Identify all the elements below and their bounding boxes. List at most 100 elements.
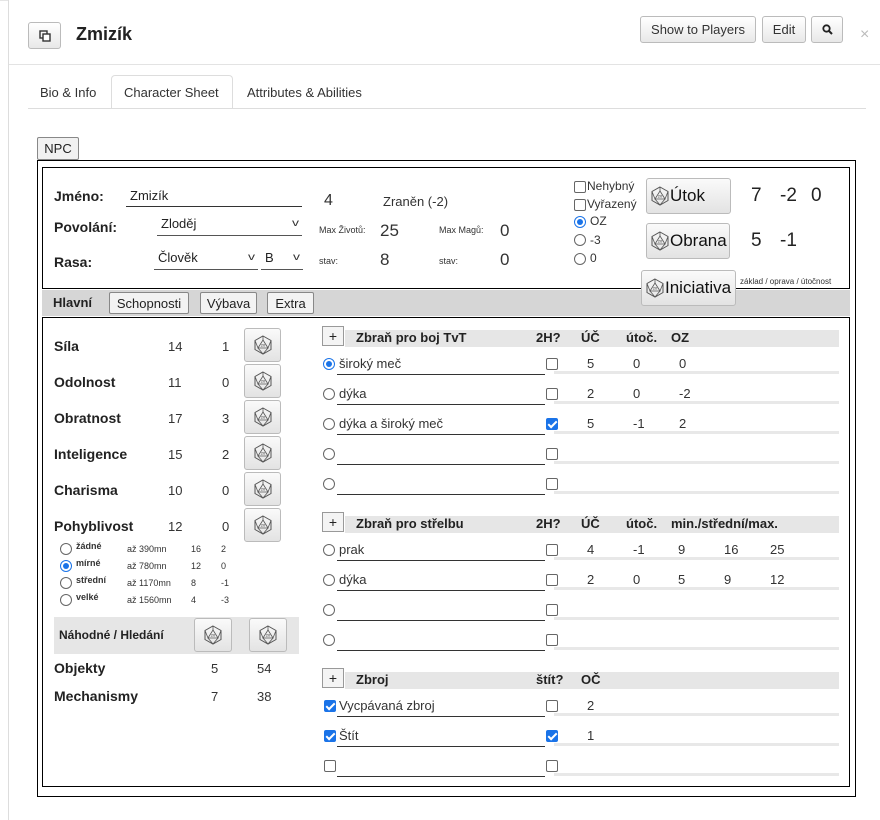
mechanisms-roll-button[interactable] bbox=[249, 618, 287, 652]
search-icon bbox=[821, 24, 833, 35]
character-window: Zmizík Show to Players Edit × Bio & Info… bbox=[8, 0, 880, 820]
attack-base: 7 bbox=[751, 185, 762, 206]
item-name-field[interactable]: Štít bbox=[339, 728, 359, 743]
load-radio[interactable] bbox=[60, 594, 72, 606]
item-name-field[interactable]: dýka bbox=[339, 386, 366, 401]
page-title: Zmizík bbox=[76, 24, 133, 44]
armor-equipped-checkbox[interactable] bbox=[324, 730, 336, 742]
two-handed-checkbox[interactable] bbox=[546, 604, 558, 616]
item-name-field[interactable]: dýka bbox=[339, 572, 366, 587]
class-select[interactable]: Zloděj v bbox=[157, 212, 302, 236]
d20-icon bbox=[258, 625, 278, 645]
weapon-select-radio[interactable] bbox=[323, 358, 335, 370]
d20-icon bbox=[253, 335, 273, 355]
melee-add-button[interactable]: + bbox=[322, 326, 344, 346]
show-to-players-button[interactable]: Show to Players bbox=[640, 16, 756, 43]
load-radio[interactable] bbox=[60, 560, 72, 572]
tab-attributes-abilities[interactable]: Attributes & Abilities bbox=[235, 75, 374, 109]
two-handed-checkbox[interactable] bbox=[546, 358, 558, 370]
race-class-select[interactable]: Bv bbox=[261, 246, 303, 270]
load-radio[interactable] bbox=[60, 543, 72, 555]
initiative-label: Iniciativa bbox=[665, 278, 732, 297]
npc-button[interactable]: NPC bbox=[37, 137, 79, 160]
weapon-select-radio[interactable] bbox=[323, 544, 335, 556]
initiative-roll-button[interactable]: Iniciativa bbox=[641, 270, 736, 306]
rasa-label: Rasa: bbox=[54, 254, 93, 270]
attribute-roll-button[interactable] bbox=[244, 436, 281, 470]
attack-roll-button[interactable]: Útok bbox=[646, 178, 731, 214]
armor-equipped-checkbox[interactable] bbox=[324, 760, 336, 772]
attribute-roll-button[interactable] bbox=[244, 508, 281, 542]
weapon-oz: 2 bbox=[679, 416, 687, 431]
armor-oc: 2 bbox=[587, 698, 595, 713]
shield-checkbox[interactable] bbox=[546, 700, 558, 712]
shield-checkbox[interactable] bbox=[546, 730, 558, 742]
armor-equipped-checkbox[interactable] bbox=[324, 700, 336, 712]
melee-column-header: ÚČ bbox=[581, 330, 600, 345]
two-handed-checkbox[interactable] bbox=[546, 544, 558, 556]
search-button[interactable] bbox=[811, 16, 843, 43]
close-icon[interactable]: × bbox=[860, 26, 869, 44]
armor-add-button[interactable]: + bbox=[322, 668, 344, 688]
subtab-hlavni[interactable]: Hlavní bbox=[53, 295, 92, 310]
attribute-roll-button[interactable] bbox=[244, 328, 281, 362]
attribute-bonus: 0 bbox=[222, 519, 230, 534]
weapon-select-radio[interactable] bbox=[323, 574, 335, 586]
weapon-oz: -2 bbox=[679, 386, 691, 401]
attribute-value: 15 bbox=[168, 447, 183, 462]
item-name-field[interactable]: Vycpávaná zbroj bbox=[339, 698, 435, 713]
subtab-schopnosti[interactable]: Schopnosti bbox=[109, 292, 189, 314]
two-handed-checkbox[interactable] bbox=[546, 388, 558, 400]
objects-roll-button[interactable] bbox=[194, 618, 232, 652]
tab-bio-info[interactable]: Bio & Info bbox=[28, 75, 108, 109]
search-row-name: Objekty bbox=[54, 660, 106, 676]
two-handed-checkbox[interactable] bbox=[546, 478, 558, 490]
two-handed-checkbox[interactable] bbox=[546, 418, 558, 430]
weapon-select-radio[interactable] bbox=[323, 448, 335, 460]
weapon-select-radio[interactable] bbox=[323, 418, 335, 430]
subtab-extra[interactable]: Extra bbox=[267, 292, 314, 314]
immobile-checkbox[interactable] bbox=[574, 181, 586, 193]
oz-radio[interactable] bbox=[574, 216, 586, 228]
name-field[interactable]: Zmizík bbox=[126, 185, 302, 207]
subtab-vybava[interactable]: Výbava bbox=[200, 292, 257, 314]
oz-label: OZ bbox=[590, 214, 607, 228]
attribute-roll-button[interactable] bbox=[244, 364, 281, 398]
weapon-select-radio[interactable] bbox=[323, 478, 335, 490]
race-select[interactable]: Člověk v bbox=[154, 246, 258, 270]
search-title: Náhodné / Hledání bbox=[59, 628, 164, 642]
two-handed-checkbox[interactable] bbox=[546, 448, 558, 460]
attribute-value: 11 bbox=[168, 375, 182, 390]
shield-checkbox[interactable] bbox=[546, 760, 558, 772]
attribute-roll-button[interactable] bbox=[244, 472, 281, 506]
load-b: 0 bbox=[221, 561, 227, 571]
load-b: 2 bbox=[221, 544, 227, 554]
weapon-select-radio[interactable] bbox=[323, 604, 335, 616]
load-limit: až 1560mn bbox=[127, 595, 172, 605]
defense-roll-button[interactable]: Obrana bbox=[646, 223, 730, 259]
stats-legend: základ / oprava / útočnost bbox=[740, 277, 832, 286]
two-handed-checkbox[interactable] bbox=[546, 574, 558, 586]
weapon-select-radio[interactable] bbox=[323, 388, 335, 400]
two-handed-checkbox[interactable] bbox=[546, 634, 558, 646]
attribute-name: Inteligence bbox=[54, 446, 128, 462]
attribute-bonus: 3 bbox=[222, 411, 230, 426]
popout-button[interactable] bbox=[28, 22, 61, 49]
edit-button[interactable]: Edit bbox=[762, 16, 806, 43]
attribute-roll-button[interactable] bbox=[244, 400, 281, 434]
ranged-add-button[interactable]: + bbox=[322, 512, 344, 532]
zero-radio[interactable] bbox=[574, 253, 586, 265]
load-radio[interactable] bbox=[60, 577, 72, 589]
weapon-select-radio[interactable] bbox=[323, 634, 335, 646]
hp-state-label: stav: bbox=[319, 256, 339, 266]
minus3-radio[interactable] bbox=[574, 234, 586, 246]
tab-character-sheet[interactable]: Character Sheet bbox=[111, 75, 233, 109]
knocked-out-checkbox[interactable] bbox=[574, 199, 586, 211]
item-name-field[interactable]: široký meč bbox=[339, 356, 401, 371]
ranged-title: Zbraň pro střelbu bbox=[356, 516, 464, 531]
zero-label: 0 bbox=[590, 251, 597, 265]
d20-icon bbox=[645, 278, 665, 298]
item-name-field[interactable]: dýka a široký meč bbox=[339, 416, 443, 431]
item-name-field[interactable]: prak bbox=[339, 542, 364, 557]
attribute-value: 12 bbox=[168, 519, 183, 534]
